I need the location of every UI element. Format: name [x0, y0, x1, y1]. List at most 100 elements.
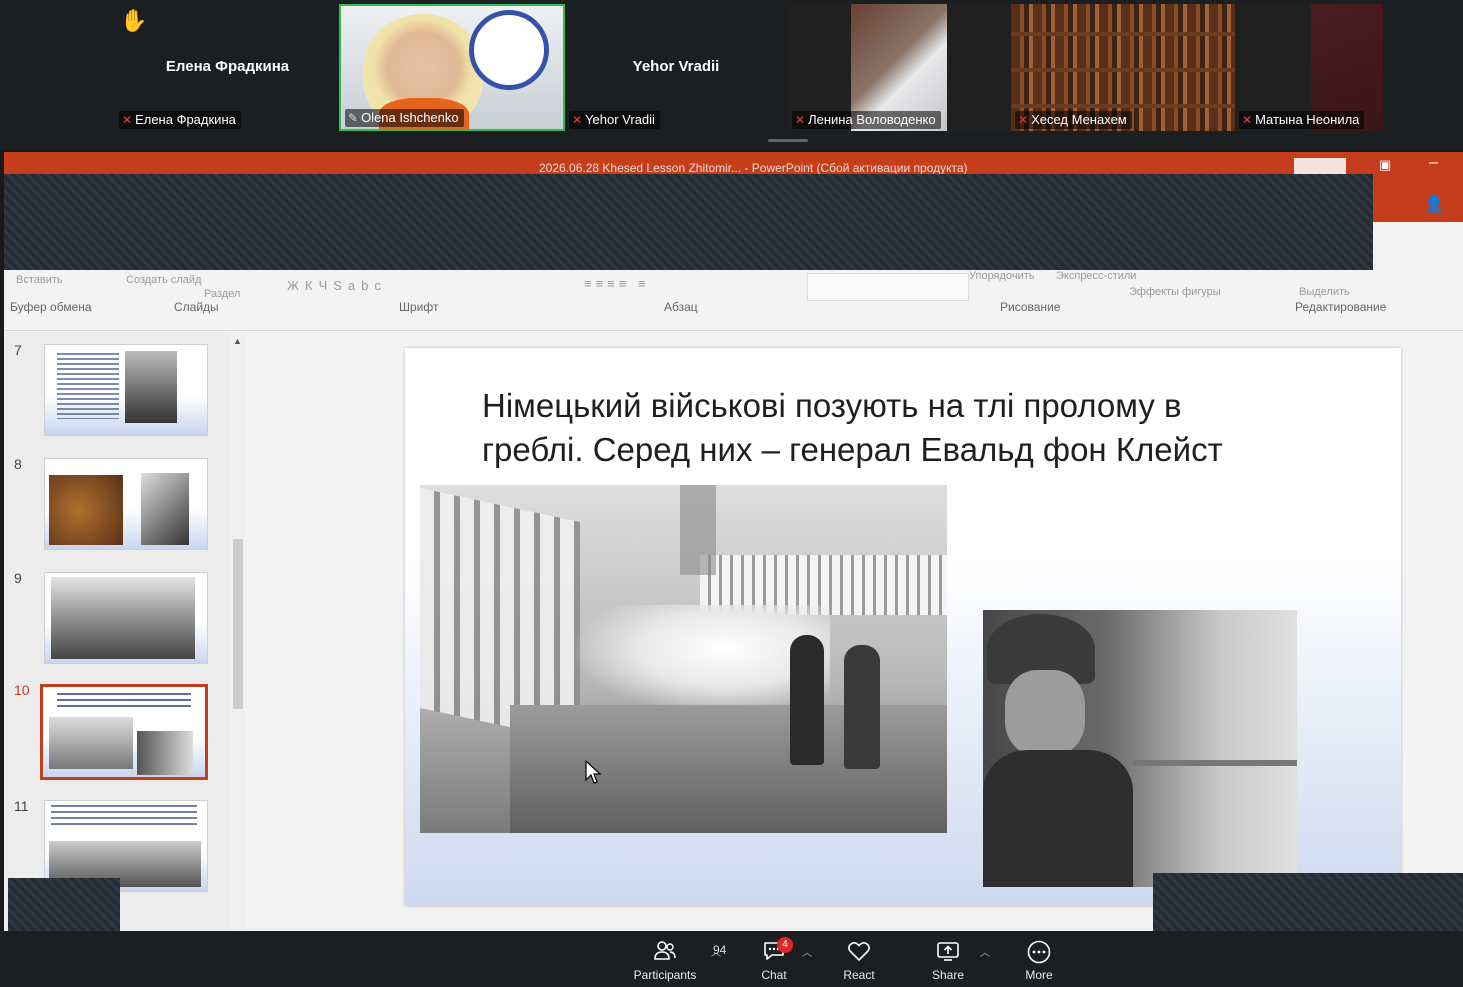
screen-share-obscured-region	[1153, 873, 1463, 931]
scrollbar-thumb[interactable]	[233, 539, 243, 709]
group-clipboard: Буфер обмена	[10, 300, 92, 314]
new-slide-button[interactable]: Создать слайд	[126, 274, 201, 286]
share-label: Share	[931, 968, 965, 982]
chat-label: Chat	[761, 968, 787, 982]
slide-number: 11	[14, 798, 29, 814]
font-format-buttons[interactable]: ЖКЧSabc	[287, 278, 387, 293]
ribbon: Вставить Создать слайд Раздел ЖКЧSabc ≡≡…	[4, 270, 1463, 331]
thumbnail-photo	[49, 717, 133, 769]
dam-breach-photo[interactable]	[420, 485, 947, 833]
share-button[interactable]: Share	[920, 931, 976, 987]
paste-button[interactable]: Вставить	[16, 274, 63, 286]
slide-thumbnail[interactable]	[44, 572, 208, 664]
thumbnail-scrollbar[interactable]: ▲	[230, 332, 246, 931]
screen-share-obscured-region	[4, 174, 1373, 272]
participant-name-label: ✕ Матына Неонила	[1239, 111, 1365, 129]
dam-wall	[510, 705, 947, 833]
slide-number: 10	[14, 682, 30, 698]
thumbnail-text	[51, 805, 197, 829]
section-button[interactable]: Раздел	[204, 288, 240, 300]
arrange-button[interactable]: Упорядочить	[969, 270, 1034, 282]
pin-icon: ✎	[348, 111, 359, 125]
participant-name-label: ✕ Елена Фрадкина	[119, 111, 241, 129]
react-button[interactable]: React	[831, 931, 887, 987]
soldier-figure	[790, 635, 824, 765]
quick-styles-button[interactable]: Экспресс-стили	[1056, 270, 1136, 282]
shared-screen: 2026.06.28 Khesed Lesson Zhitomir... - P…	[4, 152, 1463, 931]
shape-effects-button[interactable]: Эффекты фигуры	[1129, 286, 1221, 298]
participant-tile[interactable]: ✕ Ленина Воловоденко	[788, 4, 1011, 131]
slide-thumbnail[interactable]	[44, 458, 208, 550]
slide-thumbnail-pane: 7 8 9 10 11	[4, 332, 246, 931]
participant-display-name: Yehor Vradii	[632, 58, 720, 75]
signin-button[interactable]	[1294, 158, 1346, 174]
slide-number: 7	[14, 342, 22, 358]
slide-canvas[interactable]: Німецький військові позують на тлі проло…	[405, 348, 1401, 906]
mic-muted-icon: ✕	[1018, 113, 1029, 127]
dam-pillars	[420, 487, 580, 743]
participant-tile[interactable]: Yehor Vradii ✕ Yehor Vradii	[565, 4, 787, 131]
participant-name-label: ✕ Ленина Воловоденко	[792, 111, 941, 129]
bookshelf-divider	[1011, 68, 1235, 72]
shapes-gallery[interactable]	[807, 273, 969, 301]
participants-icon	[654, 941, 676, 960]
scroll-up-icon[interactable]: ▲	[233, 336, 242, 346]
thumbnail-photo	[141, 473, 189, 545]
participant-name-label: ✎ Olena Ishchenko	[345, 109, 464, 127]
mic-muted-icon: ✕	[122, 113, 133, 127]
mic-muted-icon: ✕	[795, 113, 806, 127]
bookshelf-divider	[1011, 104, 1235, 108]
logo-icon	[469, 10, 549, 90]
mic-muted-icon: ✕	[572, 113, 583, 127]
participant-display-name: Елена Фрадкина	[165, 58, 290, 75]
screen-share-obscured-region	[8, 878, 120, 931]
slide-title[interactable]: Німецький військові позують на тлі проло…	[482, 384, 1342, 472]
minimize-icon[interactable]: –	[1429, 154, 1438, 172]
select-button[interactable]: Выделить	[1299, 286, 1350, 298]
strip-resize-handle[interactable]	[768, 139, 808, 142]
slide-number: 8	[14, 456, 22, 472]
more-button[interactable]: More	[1011, 931, 1067, 987]
thumbnail-text	[57, 693, 191, 711]
soldier-figure	[844, 645, 880, 769]
chat-button[interactable]: 4 Chat	[746, 931, 802, 987]
chat-caret-icon[interactable]: ︿	[802, 944, 812, 959]
bookshelf-divider	[1011, 32, 1235, 36]
dam-tower	[680, 485, 716, 575]
ribbon-display-icon[interactable]: ▣	[1379, 157, 1391, 173]
chat-unread-badge: 4	[777, 937, 793, 953]
share-caret-icon[interactable]: ︿	[980, 944, 990, 959]
participant-tile[interactable]: Елена Фрадкина ✕ Елена Фрадкина	[115, 4, 340, 131]
thumbnail-photo	[49, 475, 123, 545]
participant-tile[interactable]: ✕ Матына Неонила	[1235, 4, 1383, 131]
group-paragraph: Абзац	[664, 300, 698, 314]
officer-coat	[983, 750, 1133, 887]
slide-thumbnail[interactable]	[44, 344, 208, 436]
group-drawing: Рисование	[1000, 300, 1061, 314]
thumbnail-text	[57, 353, 119, 419]
meeting-toolbar: 94 Participants ︿ 4 Chat ︿ React Share ︿…	[0, 931, 1463, 987]
heart-icon	[848, 942, 870, 961]
participant-tile-active-speaker[interactable]: ✎ Olena Ishchenko	[339, 4, 565, 131]
thumbnail-photo	[125, 351, 177, 423]
participant-strip: ✋ Елена Фрадкина ✕ Елена Фрадкина ✎ Olena …	[0, 0, 1463, 150]
participants-label: Participants	[633, 968, 697, 982]
participants-button[interactable]: 94 Participants	[630, 931, 726, 987]
share-screen-icon	[937, 942, 959, 961]
group-font: Шрифт	[399, 300, 439, 314]
group-editing: Редактирование	[1295, 300, 1387, 314]
thumbnail-photo	[51, 577, 195, 659]
group-slides: Слайды	[174, 300, 219, 314]
general-portrait-photo[interactable]	[983, 610, 1297, 887]
railing	[1133, 760, 1297, 766]
paragraph-buttons[interactable]: ≡≡≡≡ ≡	[584, 276, 650, 291]
thumbnail-photo	[137, 731, 193, 775]
participants-caret-icon[interactable]: ︿	[711, 944, 721, 959]
slide-thumbnail-selected[interactable]	[40, 684, 208, 780]
powerpoint-titlebar: 2026.06.28 Khesed Lesson Zhitomir... - P…	[4, 152, 1463, 175]
share-person-icon[interactable]: 👤	[1424, 194, 1444, 214]
mic-muted-icon: ✕	[1242, 113, 1253, 127]
mouse-cursor-icon	[585, 760, 601, 784]
more-icon	[1027, 940, 1051, 964]
participant-tile[interactable]: ✕ Хесед Менахем	[1011, 4, 1235, 131]
